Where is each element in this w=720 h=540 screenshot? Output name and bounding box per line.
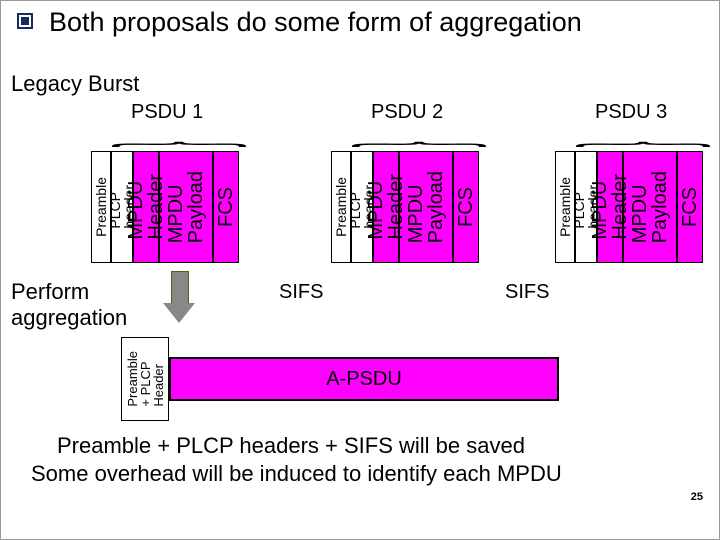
mpdu-header-cell: MPDU Header xyxy=(373,151,399,263)
a-psdu-cell: A-PSDU xyxy=(169,357,559,401)
aggregated-frame: Preamble + PLCP Header A-PSDU xyxy=(121,337,559,421)
slide: Both proposals do some form of aggregati… xyxy=(0,0,720,540)
brace-icon: ︷ xyxy=(109,135,250,144)
psdu1-label: PSDU 1 xyxy=(131,101,203,124)
arrow-down-icon xyxy=(169,271,189,323)
sifs-label: SIFS xyxy=(279,281,323,304)
slide-title: Both proposals do some form of aggregati… xyxy=(49,7,582,38)
page-number: 25 xyxy=(691,491,703,503)
fcs-cell: FCS xyxy=(677,151,703,263)
psdu1-frame: Preamble PLCP header MPDU Header MPDU Pa… xyxy=(91,151,239,263)
mpdu-header-cell: MPDU Header xyxy=(597,151,623,263)
mpdu-payload-cell: MPDU Payload xyxy=(159,151,213,263)
brace-icon: ︷ xyxy=(349,135,490,144)
psdu3-label: PSDU 3 xyxy=(595,101,667,124)
legacy-burst-label: Legacy Burst xyxy=(11,71,139,97)
psdu2-frame: Preamble PLCP header MPDU Header MPDU Pa… xyxy=(331,151,479,263)
psdu2-label: PSDU 2 xyxy=(371,101,443,124)
conclusion-line-1: Preamble + PLCP headers + SIFS will be s… xyxy=(57,433,525,459)
sifs-label: SIFS xyxy=(505,281,549,304)
mpdu-payload-cell: MPDU Payload xyxy=(399,151,453,263)
bullet-icon xyxy=(17,13,33,29)
fcs-cell: FCS xyxy=(213,151,239,263)
conclusion-line-2: Some overhead will be induced to identif… xyxy=(31,461,562,487)
psdu3-frame: Preamble PLCP header MPDU Header MPDU Pa… xyxy=(555,151,703,263)
fcs-cell: FCS xyxy=(453,151,479,263)
perform-aggregation-label: Perform aggregation xyxy=(11,279,127,332)
mpdu-header-cell: MPDU Header xyxy=(133,151,159,263)
mpdu-payload-cell: MPDU Payload xyxy=(623,151,677,263)
brace-icon: ︷ xyxy=(573,135,714,144)
agg-preamble-plcp-cell: Preamble + PLCP Header xyxy=(121,337,169,421)
